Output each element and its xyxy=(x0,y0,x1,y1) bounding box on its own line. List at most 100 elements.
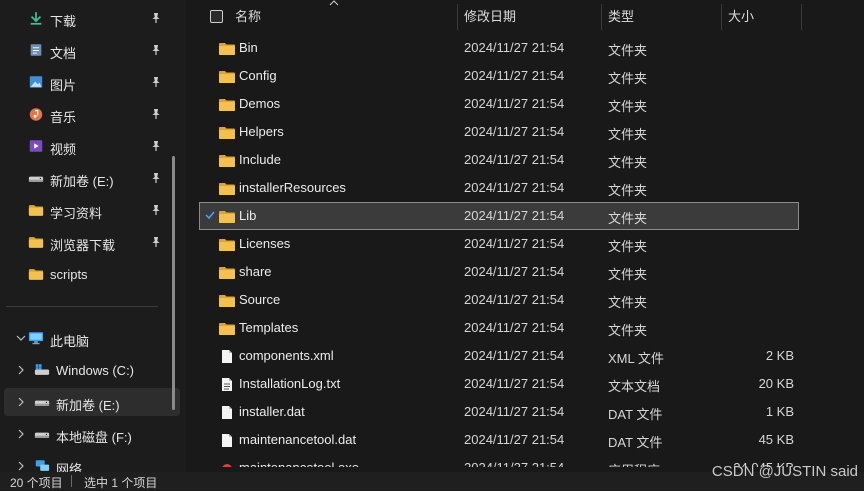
sidebar-scrollbar[interactable] xyxy=(172,156,175,410)
pin-icon[interactable] xyxy=(150,172,162,184)
sidebar-item-6[interactable]: 新加卷 (E:) xyxy=(4,164,180,192)
checkmark-icon[interactable] xyxy=(204,209,216,221)
file-type: 文本文档 xyxy=(608,379,661,394)
drive-icon xyxy=(34,395,50,409)
file-row[interactable]: Source 2024/11/27 21:54 文件夹 xyxy=(200,287,798,313)
chevron-right-icon[interactable] xyxy=(16,396,26,408)
file-date: 2024/11/27 21:54 xyxy=(464,376,565,391)
sidebar-item-3[interactable]: 图片 xyxy=(4,68,180,96)
file-row[interactable]: share 2024/11/27 21:54 文件夹 xyxy=(200,259,798,285)
column-divider[interactable] xyxy=(801,4,802,30)
sidebar-drive-1[interactable]: Windows (C:) xyxy=(4,356,180,384)
sidebar-item-7[interactable]: 学习资料 xyxy=(4,196,180,224)
sidebar-drive-3[interactable]: 本地磁盘 (F:) xyxy=(4,420,180,448)
pin-icon[interactable] xyxy=(150,44,162,56)
file-row[interactable]: Config 2024/11/27 21:54 文件夹 xyxy=(200,63,798,89)
sidebar-item-8[interactable]: 浏览器下载 xyxy=(4,228,180,256)
file-type: 文件夹 xyxy=(608,239,648,254)
file-name: Lib xyxy=(239,208,257,223)
sidebar-item-1[interactable]: 下载 xyxy=(4,4,180,32)
pin-icon[interactable] xyxy=(150,140,162,152)
file-date: 2024/11/27 21:54 xyxy=(464,320,565,335)
music-icon xyxy=(28,107,44,121)
file-size: 45 KB xyxy=(758,432,794,447)
folder-icon xyxy=(218,265,236,280)
pin-icon[interactable] xyxy=(150,204,162,216)
column-header-size[interactable]: 大小 xyxy=(728,6,788,28)
pin-icon[interactable] xyxy=(150,76,162,88)
file-name: Source xyxy=(239,292,281,307)
picture-icon xyxy=(28,75,44,89)
column-divider[interactable] xyxy=(721,4,722,30)
sidebar-item-2[interactable]: 文档 xyxy=(4,36,180,64)
chevron-right-icon[interactable] xyxy=(16,428,26,440)
file-type: 文件夹 xyxy=(608,127,648,142)
file-size: 1 KB xyxy=(765,404,794,419)
select-all-checkbox[interactable] xyxy=(210,10,223,23)
column-divider[interactable] xyxy=(601,4,602,30)
file-row[interactable]: components.xml 2024/11/27 21:54 XML 文件 2 KB xyxy=(200,343,798,369)
selection-count: 选中 1 个项目 xyxy=(84,476,158,490)
column-divider[interactable] xyxy=(457,4,458,30)
file-icon xyxy=(218,349,236,364)
file-type: 文件夹 xyxy=(608,211,648,226)
file-date: 2024/11/27 21:54 xyxy=(464,180,565,195)
file-row[interactable]: maintenancetool.dat 2024/11/27 21:54 DAT 文… xyxy=(200,427,798,453)
file-date: 2024/11/27 21:54 xyxy=(464,404,565,419)
column-header-modified[interactable]: 修改日期 xyxy=(464,6,594,28)
file-row[interactable]: maintenancetool.exe2024/11/27 21:54应用程序2… xyxy=(200,455,798,467)
file-row[interactable]: installer.dat 2024/11/27 21:54 DAT 文件 1 KB xyxy=(200,399,798,425)
sidebar-item-label: 新加卷 (E:) xyxy=(56,398,120,413)
sidebar-drive-2[interactable]: 新加卷 (E:) xyxy=(4,388,180,416)
file-row[interactable]: Lib 2024/11/27 21:54 文件夹 xyxy=(199,202,799,230)
chevron-down-icon[interactable] xyxy=(16,332,26,344)
sidebar-item-label: 浏览器下载 xyxy=(50,238,116,253)
file-name: InstallationLog.txt xyxy=(239,376,341,391)
sidebar-item-5[interactable]: 视频 xyxy=(4,132,180,160)
document-icon xyxy=(28,43,44,57)
file-row[interactable]: Bin 2024/11/27 21:54 文件夹 xyxy=(200,35,798,61)
file-date: 2024/11/27 21:54 xyxy=(464,460,564,467)
file-name: share xyxy=(239,264,272,279)
file-size: 2 KB xyxy=(765,348,794,363)
sidebar-item-label: scripts xyxy=(50,267,88,282)
file-row[interactable]: Include 2024/11/27 21:54 文件夹 xyxy=(200,147,798,173)
pin-icon[interactable] xyxy=(150,108,162,120)
file-date: 2024/11/27 21:54 xyxy=(464,292,565,307)
file-type: DAT 文件 xyxy=(608,435,663,450)
sidebar-item-network[interactable]: 网络 xyxy=(4,452,180,472)
file-name: Licenses xyxy=(239,236,291,251)
file-date: 2024/11/27 21:54 xyxy=(464,208,565,223)
file-date: 2024/11/27 21:54 xyxy=(464,236,565,251)
file-row[interactable]: Templates 2024/11/27 21:54 文件夹 xyxy=(200,315,798,341)
sidebar-item-label: Windows (C:) xyxy=(56,363,135,378)
column-header-type[interactable]: 类型 xyxy=(608,6,708,28)
file-name: Bin xyxy=(239,40,258,55)
download-icon xyxy=(28,11,44,25)
pin-icon[interactable] xyxy=(150,236,162,248)
network-icon xyxy=(34,459,50,472)
file-date: 2024/11/27 21:54 xyxy=(464,124,565,139)
chevron-right-icon[interactable] xyxy=(16,364,26,376)
pin-icon[interactable] xyxy=(150,12,162,24)
file-row[interactable]: Helpers 2024/11/27 21:54 文件夹 xyxy=(200,119,798,145)
file-row[interactable]: Licenses 2024/11/27 21:54 文件夹 xyxy=(200,231,798,257)
sidebar-item-label: 视频 xyxy=(50,142,77,157)
column-header-name[interactable]: 名称 xyxy=(235,6,435,28)
file-row[interactable]: InstallationLog.txt 2024/11/27 21:54 文本文档 2… xyxy=(200,371,798,397)
file-date: 2024/11/27 21:54 xyxy=(464,152,565,167)
file-date: 2024/11/27 21:54 xyxy=(464,264,565,279)
sidebar-item-4[interactable]: 音乐 xyxy=(4,100,180,128)
sidebar-divider xyxy=(6,306,158,307)
file-type: XML 文件 xyxy=(608,351,664,366)
chevron-right-icon[interactable] xyxy=(16,460,26,472)
sidebar-item-label: 图片 xyxy=(50,78,77,93)
sidebar-item-this-pc[interactable]: 此电脑 xyxy=(4,324,180,352)
file-row[interactable]: installerResources 2024/11/27 21:54 文件夹 xyxy=(200,175,798,201)
file-type: 文件夹 xyxy=(608,183,648,198)
monitor-icon xyxy=(28,331,44,345)
folder-icon xyxy=(218,237,236,252)
folder-icon xyxy=(218,41,236,56)
sidebar-item-9[interactable]: scripts xyxy=(4,260,180,288)
file-row[interactable]: Demos 2024/11/27 21:54 文件夹 xyxy=(200,91,798,117)
